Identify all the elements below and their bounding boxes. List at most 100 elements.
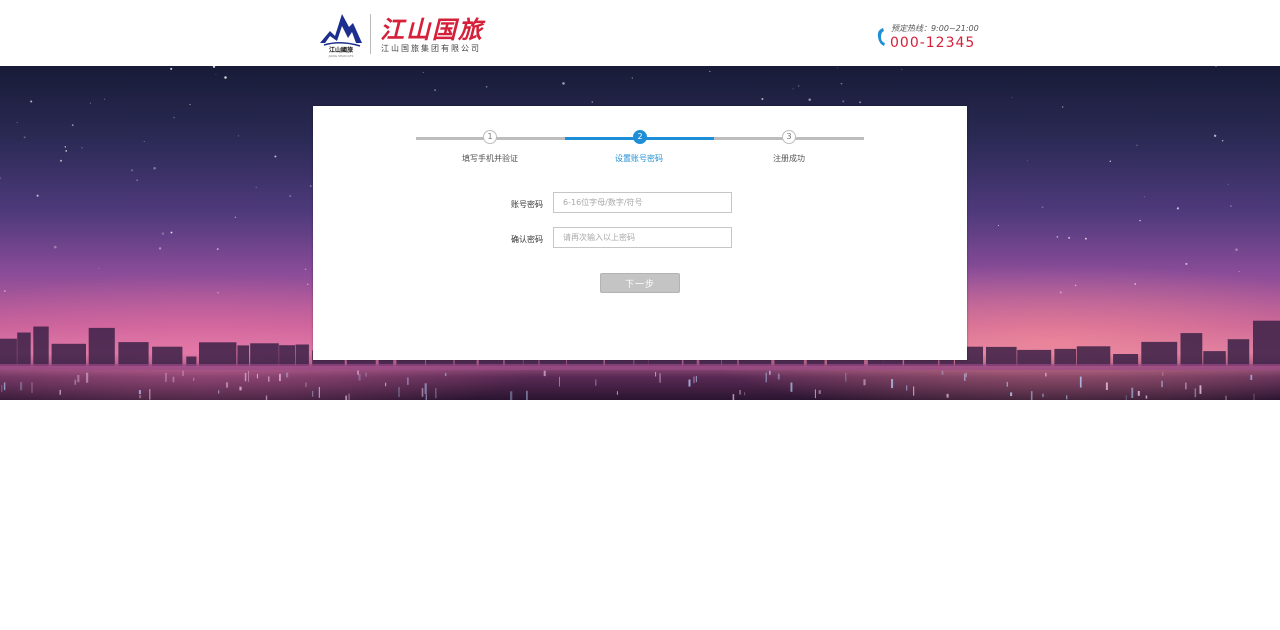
water-reflection [732, 394, 735, 400]
star [1061, 106, 1064, 108]
water-reflection [138, 390, 141, 395]
star [562, 82, 565, 85]
step-1-marker: 1 [483, 130, 497, 144]
star [65, 150, 68, 152]
next-step-button[interactable]: 下一步 [600, 273, 680, 293]
skyline-building [118, 342, 149, 366]
water-reflection [845, 372, 847, 382]
star [224, 76, 227, 79]
star [1227, 183, 1229, 185]
star [255, 186, 257, 189]
skyline-building [250, 343, 279, 366]
star [1109, 160, 1112, 163]
water-reflection [407, 377, 409, 385]
star [23, 136, 26, 139]
logo-divider [370, 14, 371, 54]
star [1139, 219, 1141, 222]
water-reflection [256, 373, 258, 379]
star [1215, 66, 1217, 68]
water-reflection [777, 373, 780, 380]
water-reflection [424, 383, 427, 394]
water-reflection [695, 376, 697, 383]
star [901, 68, 903, 70]
confirm-password-label: 确认密码 [511, 235, 543, 244]
star [631, 77, 633, 79]
star [842, 100, 845, 103]
password-input[interactable] [553, 192, 732, 213]
water-reflection [348, 393, 350, 400]
skyline-building [0, 338, 17, 366]
water-reflection [559, 376, 560, 387]
star [1041, 206, 1044, 209]
star [16, 121, 18, 123]
phone-icon [877, 28, 885, 46]
star [3, 290, 6, 292]
star [808, 98, 811, 101]
step-2-label: 设置账号密码 [615, 154, 663, 163]
water-reflection [1185, 382, 1187, 390]
star [1238, 270, 1240, 273]
water-reflection [279, 373, 281, 382]
water-reflection [305, 382, 307, 387]
confirm-password-input[interactable] [553, 227, 732, 248]
skyline-building [1227, 339, 1250, 366]
water-reflection [1066, 395, 1068, 400]
star [837, 67, 839, 69]
water-reflection [398, 387, 400, 398]
emblem-subcaption: JIANG SHAN GTS [328, 54, 354, 58]
water-reflection [659, 373, 661, 383]
star [797, 85, 800, 87]
star [161, 232, 165, 235]
star [1074, 284, 1077, 287]
hotline-number: 000-12345 [890, 35, 976, 51]
water-reflection [744, 392, 746, 396]
water-reflection [769, 370, 771, 375]
water-reflection [77, 374, 80, 383]
water-reflection [1131, 387, 1134, 398]
star [1056, 236, 1059, 238]
water-reflection [1045, 372, 1047, 377]
water-reflection [20, 382, 23, 391]
water-reflection [1145, 395, 1148, 399]
skyline-building [1253, 320, 1280, 366]
star [591, 101, 594, 103]
skyline-building [1017, 349, 1052, 366]
water-reflection [1079, 376, 1082, 388]
water-reflection [286, 372, 289, 378]
water-reflection [1199, 385, 1202, 394]
water-reflection [86, 372, 89, 383]
water-reflection [790, 382, 793, 392]
star [54, 245, 57, 249]
water-reflection [739, 390, 741, 395]
water-reflection [616, 391, 618, 395]
mountain-logo-icon: 江山國旅 JIANG SHAN GTS [320, 14, 362, 58]
star [1235, 248, 1238, 251]
water-reflection [149, 389, 151, 400]
water-reflection [425, 394, 427, 400]
star [997, 224, 1000, 226]
water-reflection [1194, 388, 1197, 398]
star [792, 88, 794, 90]
star [485, 85, 488, 88]
skyline-building [1180, 333, 1203, 366]
water-reflection [1253, 393, 1255, 400]
star [136, 179, 138, 181]
star [71, 124, 74, 126]
star [1136, 144, 1138, 146]
star [1144, 196, 1145, 198]
water-reflection [1125, 395, 1127, 400]
water-reflection [913, 386, 915, 396]
water-reflection [193, 377, 195, 381]
star [217, 291, 219, 294]
star [859, 101, 861, 104]
star [0, 177, 2, 179]
star [104, 98, 106, 100]
water-reflection [435, 388, 437, 399]
hotline-label: 预定热线：9:00~21:00 [891, 24, 979, 33]
step-2-marker: 2 [633, 130, 647, 144]
water-reflection [543, 370, 546, 377]
water-reflection [444, 373, 447, 377]
star [309, 185, 312, 187]
water-reflection [655, 372, 657, 377]
star [215, 74, 217, 76]
